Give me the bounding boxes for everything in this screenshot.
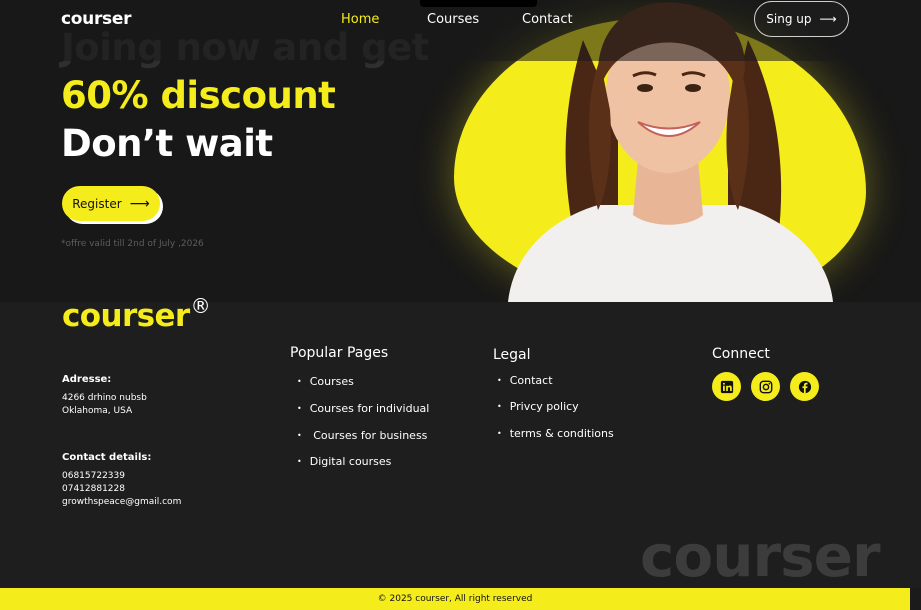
nav-link-contact[interactable]: Contact (522, 12, 573, 27)
facebook-icon[interactable] (790, 372, 819, 401)
offer-note: *offre valid till 2nd of July ,2026 (61, 239, 204, 249)
legal-link-terms[interactable]: terms & conditions (497, 427, 614, 440)
copyright-bar: © 2025 courser, All right reserved (0, 588, 910, 610)
top-navbar: courser Home Courses Contact Sing up ⟶ (0, 0, 921, 61)
legal-title: Legal (493, 347, 531, 363)
arrow-right-icon: ⟶ (129, 195, 150, 212)
footer-logo-text: courser (62, 298, 190, 334)
address-line-2: Oklahoma, USA (62, 406, 133, 416)
registered-mark: ® (190, 294, 211, 318)
nav-logo[interactable]: courser (61, 9, 131, 29)
footer-watermark-logo: courser (640, 522, 881, 590)
signup-button-label: Sing up (766, 12, 812, 26)
connect-title: Connect (712, 346, 770, 362)
signup-button[interactable]: Sing up ⟶ (754, 1, 849, 37)
copyright-text: © 2025 courser, All right reserved (377, 594, 533, 604)
arrow-right-icon: ⟶ (819, 12, 837, 26)
popular-pages-title: Popular Pages (290, 345, 389, 361)
contact-details-label: Contact details: (62, 452, 152, 463)
popular-link-digital[interactable]: Digital courses (297, 455, 392, 468)
hero-heading-wait: Don’t wait (61, 122, 273, 165)
legal-link-privacy[interactable]: Privcy policy (497, 400, 579, 413)
popular-link-business[interactable]: Courses for business (297, 429, 427, 442)
contact-phone-2: 07412881228 (62, 484, 125, 494)
address-label: Adresse: (62, 374, 112, 385)
linkedin-icon[interactable] (712, 372, 741, 401)
register-button[interactable]: Register ⟶ (62, 186, 160, 221)
address-line-1: 4266 drhino nubsb (62, 393, 147, 403)
contact-email[interactable]: growthspeace@gmail.com (62, 496, 181, 509)
instagram-icon[interactable] (751, 372, 780, 401)
nav-link-home[interactable]: Home (341, 12, 379, 27)
legal-link-contact[interactable]: Contact (497, 374, 553, 387)
nav-link-courses[interactable]: Courses (427, 12, 479, 27)
copyright-bar-edge (910, 588, 921, 610)
footer: courser® Adresse: 4266 drhino nubsb Okla… (0, 294, 921, 590)
hero-heading-discount: 60% discount (61, 74, 336, 117)
nav-top-indicator (420, 0, 537, 7)
contact-phone-1: 06815722339 (62, 471, 125, 481)
popular-link-courses[interactable]: Courses (297, 375, 354, 388)
popular-link-individual[interactable]: Courses for individual (297, 402, 430, 415)
register-button-label: Register (72, 196, 122, 211)
footer-logo: courser® (62, 294, 211, 334)
